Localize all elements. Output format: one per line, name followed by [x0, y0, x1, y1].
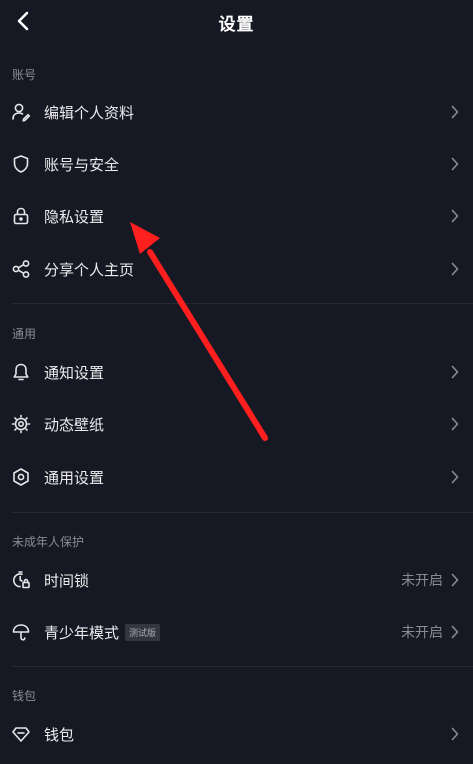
section-label-general: 通用: [12, 327, 37, 341]
diamond-icon: [11, 724, 31, 744]
chevron-right-icon: [451, 573, 461, 587]
chevron-right-icon: [451, 157, 461, 171]
lock-icon: [11, 206, 31, 226]
live-wallpaper-item[interactable]: 动态壁纸: [0, 400, 473, 448]
back-button[interactable]: [8, 6, 38, 36]
section-label-wallet: 钱包: [12, 689, 37, 703]
edit-profile-label: 编辑个人资料: [44, 103, 135, 122]
edit-profile-item[interactable]: 编辑个人资料: [0, 88, 473, 136]
top-bar: 设置: [0, 0, 473, 44]
section-divider: [12, 512, 473, 513]
umbrella-icon: [11, 622, 31, 642]
page-title: 设置: [218, 14, 255, 35]
hexagon-settings-icon: [11, 467, 31, 487]
chevron-right-icon: [451, 105, 461, 119]
timer-lock-icon: [11, 570, 31, 590]
chevron-right-icon: [451, 625, 461, 639]
chevron-left-icon: [17, 11, 29, 31]
share-profile-label: 分享个人主页: [44, 260, 135, 279]
live-wallpaper-label: 动态壁纸: [44, 415, 105, 434]
shield-icon: [11, 154, 31, 174]
privacy-settings-label: 隐私设置: [44, 207, 105, 226]
section-label-account: 账号: [12, 68, 37, 82]
privacy-settings-item[interactable]: 隐私设置: [0, 192, 473, 240]
teen-mode-status: 未开启: [401, 625, 443, 641]
wallpaper-icon: [11, 414, 31, 434]
general-settings-item[interactable]: 通用设置: [0, 453, 473, 501]
bell-icon: [11, 362, 31, 382]
wallet-item[interactable]: 钱包: [0, 710, 473, 758]
general-settings-label: 通用设置: [44, 468, 105, 487]
teen-mode-item[interactable]: 青少年模式 测试版 未开启: [0, 608, 473, 656]
chevron-right-icon: [451, 365, 461, 379]
time-lock-label: 时间锁: [44, 571, 90, 590]
teen-mode-label: 青少年模式: [44, 623, 120, 642]
chevron-right-icon: [451, 417, 461, 431]
time-lock-status: 未开启: [401, 573, 443, 589]
chevron-right-icon: [451, 727, 461, 741]
share-icon: [11, 259, 31, 279]
time-lock-item[interactable]: 时间锁 未开启: [0, 556, 473, 604]
account-security-label: 账号与安全: [44, 155, 120, 174]
user-edit-icon: [11, 102, 31, 122]
notification-settings-item[interactable]: 通知设置: [0, 348, 473, 396]
wallet-label: 钱包: [44, 725, 75, 744]
notification-settings-label: 通知设置: [44, 363, 105, 382]
chevron-right-icon: [451, 262, 461, 276]
chevron-right-icon: [451, 470, 461, 484]
section-divider: [12, 666, 473, 667]
account-security-item[interactable]: 账号与安全: [0, 140, 473, 188]
section-divider: [12, 303, 473, 304]
share-profile-item[interactable]: 分享个人主页: [0, 245, 473, 293]
chevron-right-icon: [451, 209, 461, 223]
beta-badge: 测试版: [125, 623, 161, 641]
section-label-minor-protection: 未成年人保护: [12, 535, 85, 549]
